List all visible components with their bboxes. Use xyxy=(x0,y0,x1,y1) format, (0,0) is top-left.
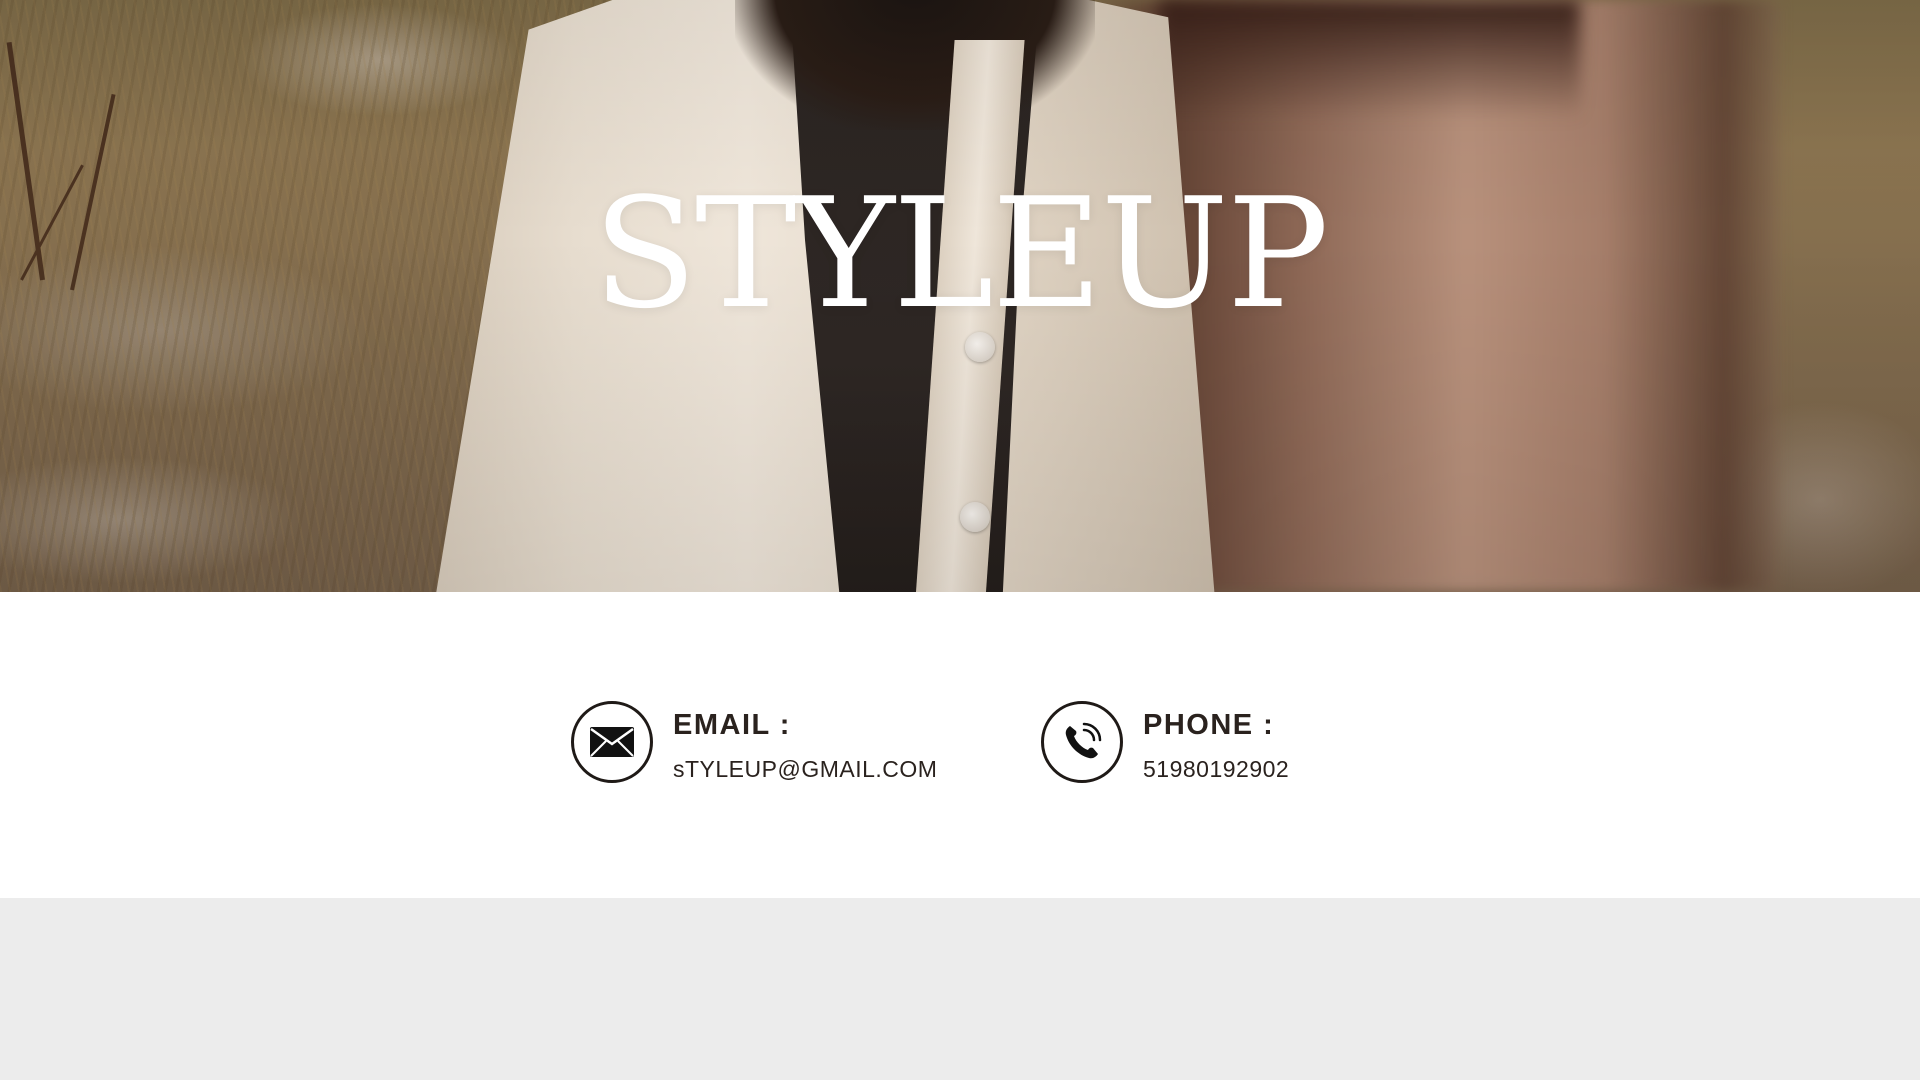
footer-band xyxy=(0,898,1920,1080)
phone-icon xyxy=(1041,701,1123,783)
envelope-icon xyxy=(571,701,653,783)
phone-label: PHONE : xyxy=(1143,709,1275,741)
email-label: EMAIL : xyxy=(673,709,791,741)
page: STYLEUP EMAIL : sTYLEUP@GMAIL.COM PHONE … xyxy=(0,0,1920,1080)
email-value[interactable]: sTYLEUP@GMAIL.COM xyxy=(673,756,937,783)
phone-value[interactable]: 51980192902 xyxy=(1143,756,1289,783)
contact-section: EMAIL : sTYLEUP@GMAIL.COM PHONE : 519801… xyxy=(0,592,1920,898)
brand-title: STYLEUP xyxy=(592,165,1329,342)
hero-banner: STYLEUP xyxy=(0,0,1920,592)
